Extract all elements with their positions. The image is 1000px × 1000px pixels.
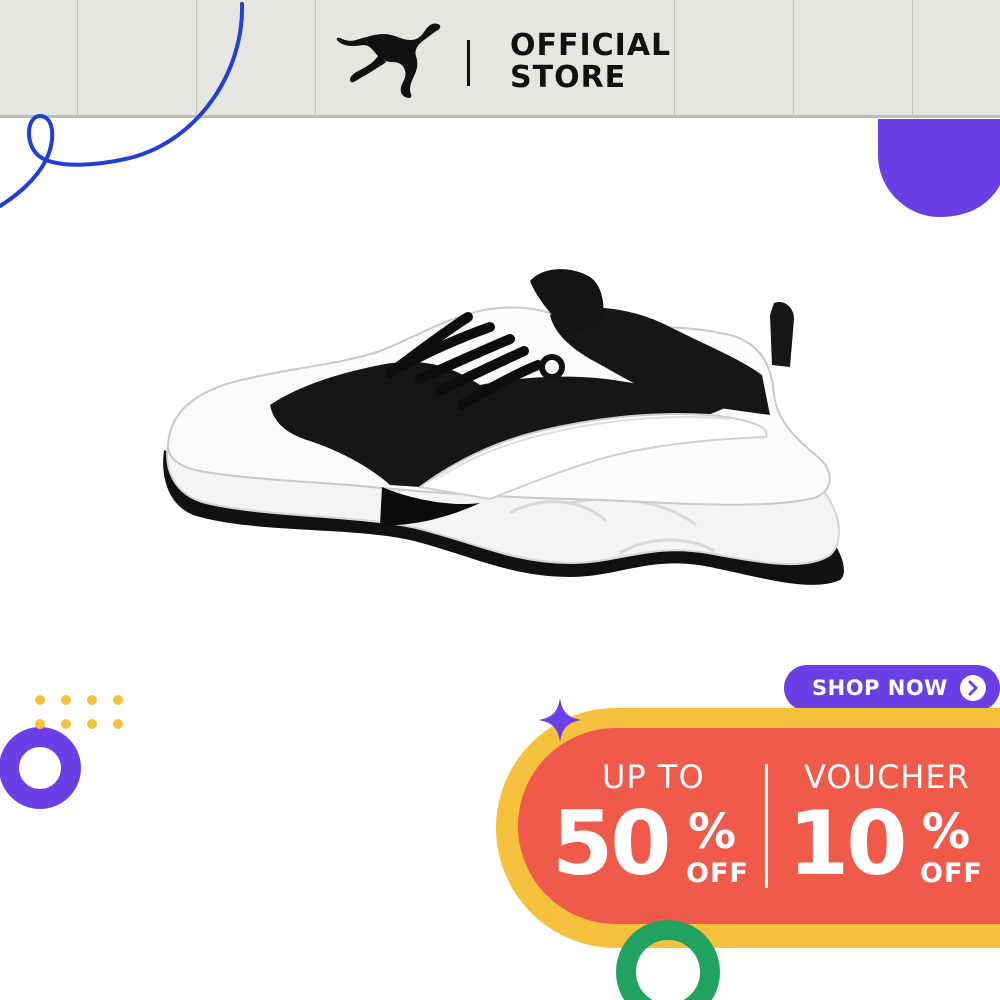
blue-squiggle-decoration [0, 2, 245, 208]
brand-text-line1: OFFICIAL [510, 28, 672, 63]
puma-cat-icon [336, 23, 441, 99]
header-grid-line [674, 0, 675, 118]
purple-ring-decoration [0, 695, 123, 809]
discount-value: 50 [552, 792, 671, 895]
shop-now-button[interactable]: SHOP NOW [784, 665, 1000, 711]
header-grid-line [315, 0, 316, 118]
green-ring-decoration [616, 920, 720, 1000]
shop-now-label: SHOP NOW [812, 676, 948, 700]
voucher-percent: % [922, 804, 971, 860]
purple-circle-decoration [878, 119, 1000, 217]
voucher-label: VOUCHER [804, 758, 970, 796]
up-to-label: UP TO [602, 758, 705, 796]
discount-off-label: OFF [686, 858, 749, 889]
discount-percent: % [688, 804, 737, 860]
sparkle-icon [538, 698, 582, 742]
sneaker-image [163, 269, 844, 585]
chevron-right-icon [960, 675, 986, 701]
brand-text-line2: STORE [510, 60, 627, 95]
voucher-off-label: OFF [920, 858, 983, 889]
brand-lockup[interactable]: OFFICIAL STORE [334, 18, 674, 102]
header-grid-line [912, 0, 913, 118]
official-store-label: OFFICIAL STORE [510, 30, 671, 94]
brand-divider [467, 40, 470, 86]
promo-divider [765, 764, 768, 888]
voucher-value: 10 [788, 792, 907, 895]
header-grid-line [793, 0, 794, 118]
